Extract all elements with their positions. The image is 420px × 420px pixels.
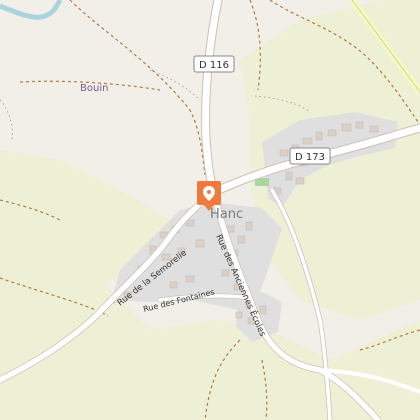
road-shield-d116: D 116 [193, 55, 235, 73]
locality-label: Bouin [80, 83, 108, 94]
road-shield-d116-label: D 116 [199, 60, 229, 71]
map-canvas: D 116 D 173 Rue de la Semorelie Rue des … [0, 0, 420, 420]
place-label: Hanc [210, 207, 243, 222]
road-shield-d173-label: D 173 [295, 152, 325, 163]
road-shield-d173: D 173 [289, 147, 331, 165]
map-view[interactable]: D 116 D 173 Rue de la Semorelie Rue des … [0, 0, 420, 420]
